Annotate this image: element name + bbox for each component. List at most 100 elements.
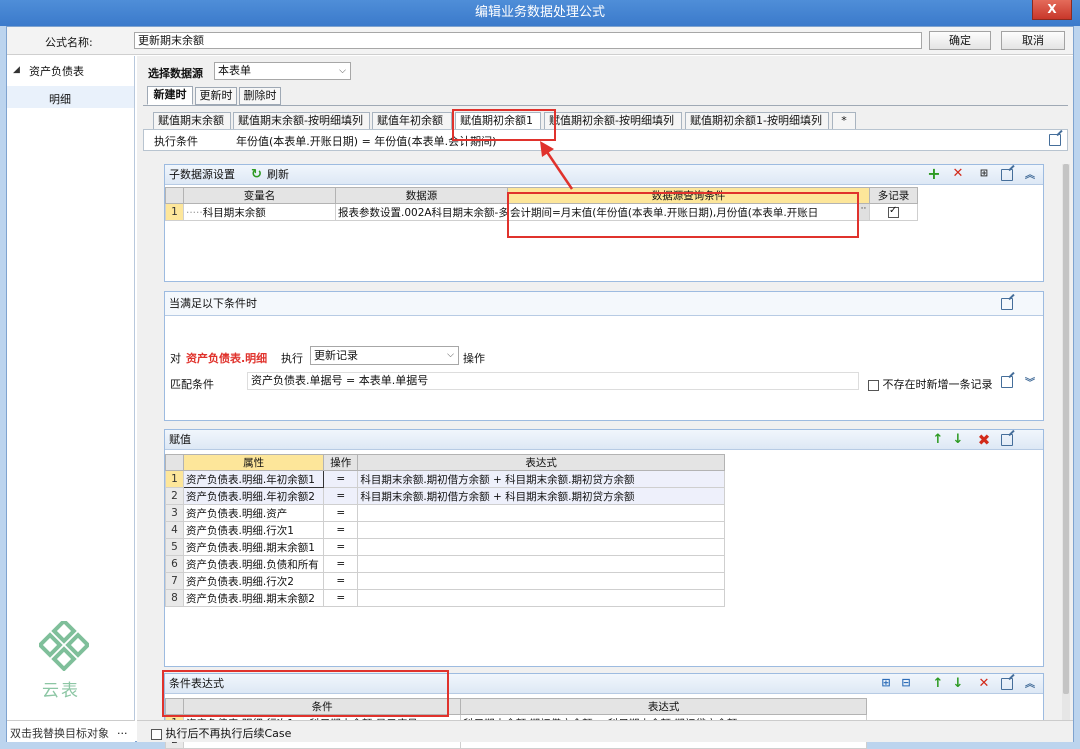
tab-formula-2[interactable]: 赋值期末余额-按明细填列 bbox=[233, 112, 370, 130]
edit-icon[interactable] bbox=[1001, 434, 1013, 446]
operation-cell[interactable]: = bbox=[323, 589, 359, 607]
operation-cell[interactable]: = bbox=[323, 504, 359, 522]
tab-on-delete[interactable]: 删除时 bbox=[239, 87, 281, 105]
multi-record-checkbox[interactable] bbox=[888, 205, 899, 218]
no-case-checkbox[interactable] bbox=[151, 728, 162, 740]
move-up-icon[interactable]: ↑ bbox=[931, 677, 945, 691]
condexpr-header: 条件表达式 ⊞ ⊟ ↑ ↓ ✕ ︽ bbox=[165, 674, 1043, 694]
edit-icon[interactable] bbox=[1001, 169, 1013, 181]
tab-formula-4[interactable]: 赋值期初余额1 bbox=[455, 112, 541, 130]
refresh-button[interactable]: 刷新 bbox=[267, 165, 289, 185]
tree-node-balance-sheet[interactable]: 资产负债表 bbox=[29, 63, 84, 79]
formula-name-input[interactable]: 更新期末余额 bbox=[134, 32, 922, 49]
expression-cell[interactable]: 科目期末余额.期初借方余额 + 科目期末余额.期初贷方余额 bbox=[357, 470, 725, 488]
tab-add-formula[interactable]: * bbox=[832, 112, 856, 130]
collapse-up-icon[interactable]: ︽ bbox=[1025, 675, 1035, 695]
table-row[interactable]: 1 ·····科目期末余额 报表参数设置.002A科目期末余额-多 会计期间=月… bbox=[165, 203, 918, 221]
table-row[interactable]: 4 资产负债表.明细.行次1 = bbox=[164, 521, 725, 539]
attribute-cell[interactable]: 资产负债表.明细.行次1 bbox=[183, 521, 325, 539]
attribute-cell[interactable]: 资产负债表.明细.年初余额2 bbox=[183, 487, 325, 505]
operation-cell[interactable]: = bbox=[323, 538, 359, 556]
edit-icon[interactable] bbox=[1001, 678, 1013, 690]
table-row[interactable]: 7 资产负债表.明细.行次2 = bbox=[164, 572, 725, 590]
assign-table: 属性 操作 表达式 1 资产负债表.明细.年初余额1 = 科目期末余额.期初借方余额 … bbox=[164, 454, 725, 607]
multi-record-cell[interactable] bbox=[869, 203, 918, 221]
move-icon[interactable]: ⊞ bbox=[977, 167, 991, 181]
attribute-cell[interactable]: 资产负债表.明细.行次2 bbox=[183, 572, 325, 590]
source-select[interactable]: 本表单 ⌵ bbox=[214, 62, 351, 80]
expression-cell[interactable] bbox=[357, 572, 725, 590]
collapse-arrow-icon[interactable]: ◢ bbox=[13, 65, 20, 75]
no-case-option[interactable]: 执行后不再执行后续Case bbox=[151, 725, 291, 741]
operation-cell[interactable]: = bbox=[323, 470, 359, 488]
table-row[interactable]: 3 资产负债表.明细.资产 = bbox=[164, 504, 725, 522]
move-up-icon[interactable]: ↑ bbox=[931, 433, 945, 447]
match-condition-field[interactable]: 资产负债表.单据号 = 本表单.单据号 bbox=[247, 372, 859, 390]
expression-cell[interactable] bbox=[357, 538, 725, 556]
attribute-cell[interactable]: 资产负债表.明细.资产 bbox=[183, 504, 325, 522]
attribute-cell[interactable]: 资产负债表.明细.期末余额2 bbox=[183, 589, 325, 607]
tree-node-detail[interactable]: 明细 bbox=[49, 91, 71, 107]
target-object-browse-button[interactable]: ... bbox=[117, 724, 128, 737]
col-multi-record: 多记录 bbox=[869, 187, 918, 204]
new-record-option[interactable]: 不存在时新增一条记录 bbox=[868, 376, 993, 392]
tab-formula-5[interactable]: 赋值期初余额-按明细填列 bbox=[544, 112, 682, 130]
dialog-body: 公式名称: 更新期末余额 确定 取消 ◢ 资产负债表 明细 云表 双击我替换目标… bbox=[6, 26, 1074, 749]
table-row[interactable]: 2 资产负债表.明细.年初余额2 = 科目期末余额.期初借方余额 + 科目期末余额.期… bbox=[164, 487, 725, 505]
expand-down-icon[interactable]: ︾ bbox=[1025, 374, 1035, 389]
edit-icon[interactable] bbox=[1001, 298, 1013, 310]
delete-icon[interactable]: ✖ bbox=[977, 433, 991, 448]
move-down-icon[interactable]: ↓ bbox=[951, 677, 965, 691]
exec-condition-value[interactable]: 年份值(本表单.开账日期) = 年份值(本表单.会计期间) bbox=[236, 133, 496, 149]
window-close-button[interactable]: X bbox=[1032, 0, 1072, 20]
vertical-scrollbar[interactable] bbox=[1062, 164, 1070, 724]
table-row[interactable]: 1 资产负债表.明细.年初余额1 = 科目期末余额.期初借方余额 + 科目期末余额.期… bbox=[164, 470, 725, 488]
edit-icon[interactable] bbox=[1001, 376, 1013, 388]
ok-button[interactable]: 确定 bbox=[929, 31, 991, 50]
table-row[interactable]: 8 资产负债表.明细.期末余额2 = bbox=[164, 589, 725, 607]
operation-cell[interactable]: = bbox=[323, 521, 359, 539]
collapse-up-icon[interactable]: ︽ bbox=[1025, 166, 1035, 186]
export-icon[interactable]: ⊟ bbox=[899, 676, 913, 690]
tab-formula-3[interactable]: 赋值年初余额 bbox=[372, 112, 452, 130]
row-number: 7 bbox=[164, 572, 185, 590]
var-name-cell[interactable]: ·····科目期末余额 bbox=[183, 203, 336, 221]
attribute-cell[interactable]: 资产负债表.明细.期末余额1 bbox=[183, 538, 325, 556]
tab-on-create[interactable]: 新建时 bbox=[147, 86, 193, 105]
new-record-checkbox[interactable] bbox=[868, 379, 879, 391]
operation-cell[interactable]: = bbox=[323, 487, 359, 505]
expression-cell[interactable] bbox=[357, 504, 725, 522]
expression-cell[interactable] bbox=[357, 521, 725, 539]
cancel-button[interactable]: 取消 bbox=[1001, 31, 1065, 50]
expression-cell[interactable]: 科目期末余额.期初借方余额 + 科目期末余额.期初贷方余额 bbox=[357, 487, 725, 505]
source-cell[interactable]: 报表参数设置.002A科目期末余额-多 bbox=[335, 203, 508, 221]
tab-formula-6[interactable]: 赋值期初余额1-按明细填列 bbox=[685, 112, 829, 130]
row-number: 5 bbox=[164, 538, 185, 556]
expression-cell[interactable] bbox=[357, 555, 725, 573]
target-object: 资产负债表.明细 bbox=[186, 352, 268, 365]
target-object-field[interactable]: 双击我替换目标对象 bbox=[10, 725, 109, 741]
exec-condition-label: 执行条件 bbox=[154, 135, 198, 148]
import-icon[interactable]: ⊞ bbox=[879, 676, 893, 690]
corner-cell bbox=[164, 698, 185, 715]
refresh-icon[interactable]: ↻ bbox=[251, 165, 262, 185]
delete-icon[interactable]: ✕ bbox=[977, 677, 991, 691]
ellipsis-button[interactable]: ·· bbox=[857, 204, 869, 220]
tab-on-update[interactable]: 更新时 bbox=[195, 87, 237, 105]
edit-icon[interactable] bbox=[1049, 134, 1061, 146]
operation-cell[interactable]: = bbox=[323, 572, 359, 590]
exec-label: 执行 bbox=[281, 352, 303, 365]
attribute-cell[interactable]: 资产负债表.明细.负债和所有 bbox=[183, 555, 325, 573]
query-condition-cell[interactable]: 会计期间=月末值(年份值(本表单.开账日期),月份值(本表单.开账日 ·· bbox=[507, 203, 870, 221]
table-row[interactable]: 6 资产负债表.明细.负债和所有 = bbox=[164, 555, 725, 573]
delete-icon[interactable]: ✕ bbox=[951, 167, 965, 181]
add-icon[interactable]: + bbox=[927, 166, 941, 182]
action-select[interactable]: 更新记录 ⌵ bbox=[310, 346, 459, 365]
operation-cell[interactable]: = bbox=[323, 555, 359, 573]
expression-cell[interactable] bbox=[357, 589, 725, 607]
move-down-icon[interactable]: ↓ bbox=[951, 433, 965, 447]
scrollbar-thumb[interactable] bbox=[1063, 164, 1069, 694]
attribute-cell[interactable]: 资产负债表.明细.年初余额1 bbox=[183, 470, 325, 488]
table-row[interactable]: 5 资产负债表.明细.期末余额1 = bbox=[164, 538, 725, 556]
tab-formula-1[interactable]: 赋值期末余额 bbox=[153, 112, 231, 130]
